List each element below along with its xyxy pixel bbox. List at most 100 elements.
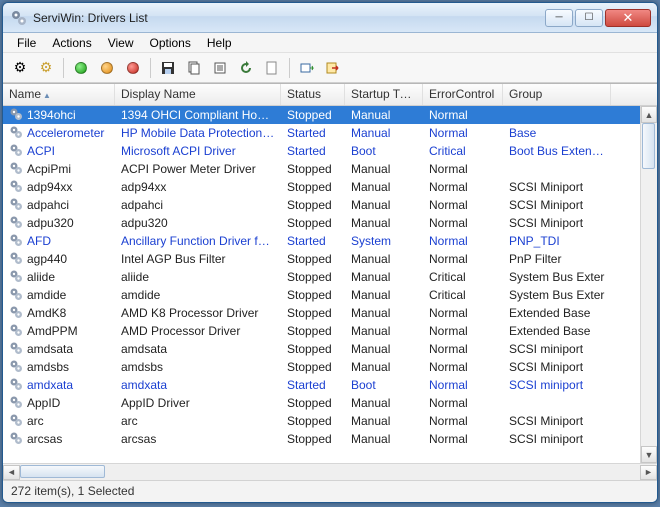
cell-status: Stopped bbox=[281, 215, 345, 231]
cell-startup: Manual bbox=[345, 305, 423, 321]
cell-startup: Manual bbox=[345, 179, 423, 195]
cell-group: SCSI Miniport bbox=[503, 215, 611, 231]
scroll-right-icon[interactable]: ► bbox=[640, 465, 657, 480]
exit-icon[interactable] bbox=[322, 57, 344, 79]
close-button[interactable]: ✕ bbox=[605, 9, 651, 27]
pause-icon[interactable] bbox=[96, 57, 118, 79]
cell-group: Extended Base bbox=[503, 305, 611, 321]
cell-display: Microsoft ACPI Driver bbox=[115, 143, 281, 159]
cell-error: Normal bbox=[423, 341, 503, 357]
gear-icon bbox=[9, 377, 23, 394]
cell-startup: Boot bbox=[345, 377, 423, 393]
cell-status: Stopped bbox=[281, 161, 345, 177]
table-row[interactable]: AccelerometerHP Mobile Data Protection S… bbox=[3, 124, 657, 142]
gear-icon bbox=[9, 215, 23, 232]
table-row[interactable]: amdsataamdsataStoppedManualNormalSCSI mi… bbox=[3, 340, 657, 358]
table-row[interactable]: adpu320adpu320StoppedManualNormalSCSI Mi… bbox=[3, 214, 657, 232]
table-row[interactable]: 1394ohci1394 OHCI Compliant Host C...Sto… bbox=[3, 106, 657, 124]
cell-error: Normal bbox=[423, 251, 503, 267]
app-window: ServiWin: Drivers List ─ ☐ ✕ File Action… bbox=[2, 2, 658, 503]
maximize-button[interactable]: ☐ bbox=[575, 9, 603, 27]
table-row[interactable]: AmdPPMAMD Processor DriverStoppedManualN… bbox=[3, 322, 657, 340]
horizontal-scrollbar[interactable]: ◄ ► bbox=[3, 463, 657, 480]
table-row[interactable]: arcarcStoppedManualNormalSCSI Miniport bbox=[3, 412, 657, 430]
menu-help[interactable]: Help bbox=[199, 34, 240, 52]
cell-status: Stopped bbox=[281, 251, 345, 267]
cell-group: SCSI Miniport bbox=[503, 413, 611, 429]
cell-display: amdide bbox=[115, 287, 281, 303]
menu-file[interactable]: File bbox=[9, 34, 44, 52]
table-row[interactable]: agp440Intel AGP Bus FilterStoppedManualN… bbox=[3, 250, 657, 268]
cell-name: agp440 bbox=[27, 252, 67, 266]
col-name[interactable]: Name▲ bbox=[3, 84, 115, 105]
menu-view[interactable]: View bbox=[100, 34, 142, 52]
start-icon[interactable] bbox=[70, 57, 92, 79]
properties-icon[interactable] bbox=[209, 57, 231, 79]
table-row[interactable]: amdideamdideStoppedManualCriticalSystem … bbox=[3, 286, 657, 304]
cell-group: PnP Filter bbox=[503, 251, 611, 267]
cell-status: Stopped bbox=[281, 413, 345, 429]
col-status[interactable]: Status bbox=[281, 84, 345, 105]
refresh-icon[interactable] bbox=[235, 57, 257, 79]
cell-group: SCSI Miniport bbox=[503, 179, 611, 195]
cell-status: Stopped bbox=[281, 287, 345, 303]
cell-name: arc bbox=[27, 414, 44, 428]
col-group[interactable]: Group bbox=[503, 84, 611, 105]
col-error[interactable]: ErrorControl bbox=[423, 84, 503, 105]
titlebar[interactable]: ServiWin: Drivers List ─ ☐ ✕ bbox=[3, 3, 657, 33]
new-icon[interactable] bbox=[261, 57, 283, 79]
table-row[interactable]: AFDAncillary Function Driver for ...Star… bbox=[3, 232, 657, 250]
cell-startup: Manual bbox=[345, 323, 423, 339]
scroll-track[interactable] bbox=[20, 465, 640, 480]
services-view-icon[interactable]: ⚙ bbox=[9, 57, 31, 79]
cell-name: adpahci bbox=[27, 198, 69, 212]
gear-icon bbox=[9, 359, 23, 376]
save-icon[interactable] bbox=[157, 57, 179, 79]
cell-name: adp94xx bbox=[27, 180, 72, 194]
table-row[interactable]: AmdK8AMD K8 Processor DriverStoppedManua… bbox=[3, 304, 657, 322]
table-row[interactable]: amdsbsamdsbsStoppedManualNormalSCSI Mini… bbox=[3, 358, 657, 376]
col-display[interactable]: Display Name bbox=[115, 84, 281, 105]
table-row[interactable]: amdxataamdxataStartedBootNormalSCSI mini… bbox=[3, 376, 657, 394]
table-row[interactable]: AcpiPmiACPI Power Meter DriverStoppedMan… bbox=[3, 160, 657, 178]
vertical-scrollbar[interactable]: ▲ ▼ bbox=[640, 106, 657, 463]
find-icon[interactable] bbox=[296, 57, 318, 79]
toolbar: ⚙ ⚙ bbox=[3, 53, 657, 83]
cell-display: amdsata bbox=[115, 341, 281, 357]
cell-display: amdsbs bbox=[115, 359, 281, 375]
scroll-thumb[interactable] bbox=[20, 465, 105, 478]
scroll-up-icon[interactable]: ▲ bbox=[641, 106, 657, 123]
menu-actions[interactable]: Actions bbox=[44, 34, 99, 52]
copy-icon[interactable] bbox=[183, 57, 205, 79]
cell-name: amdsata bbox=[27, 342, 73, 356]
table-row[interactable]: ACPIMicrosoft ACPI DriverStartedBootCrit… bbox=[3, 142, 657, 160]
cell-status: Started bbox=[281, 233, 345, 249]
cell-status: Stopped bbox=[281, 359, 345, 375]
minimize-button[interactable]: ─ bbox=[545, 9, 573, 27]
cell-error: Normal bbox=[423, 197, 503, 213]
gear-icon bbox=[9, 233, 23, 250]
col-startup[interactable]: Startup Type bbox=[345, 84, 423, 105]
table-row[interactable]: aliidealiideStoppedManualCriticalSystem … bbox=[3, 268, 657, 286]
drivers-view-icon[interactable]: ⚙ bbox=[35, 57, 57, 79]
table-row[interactable]: arcsasarcsasStoppedManualNormalSCSI mini… bbox=[3, 430, 657, 448]
scroll-thumb[interactable] bbox=[642, 123, 655, 169]
table-row[interactable]: adpahciadpahciStoppedManualNormalSCSI Mi… bbox=[3, 196, 657, 214]
cell-display: AMD K8 Processor Driver bbox=[115, 305, 281, 321]
cell-status: Stopped bbox=[281, 341, 345, 357]
cell-status: Started bbox=[281, 125, 345, 141]
table-row[interactable]: AppIDAppID DriverStoppedManualNormal bbox=[3, 394, 657, 412]
scroll-track[interactable] bbox=[641, 123, 657, 446]
gear-icon bbox=[9, 341, 23, 358]
gear-icon bbox=[9, 395, 23, 412]
cell-startup: Manual bbox=[345, 251, 423, 267]
stop-icon[interactable] bbox=[122, 57, 144, 79]
scroll-down-icon[interactable]: ▼ bbox=[641, 446, 657, 463]
scroll-left-icon[interactable]: ◄ bbox=[3, 465, 20, 480]
cell-startup: System bbox=[345, 233, 423, 249]
cell-startup: Manual bbox=[345, 107, 423, 123]
table-row[interactable]: adp94xxadp94xxStoppedManualNormalSCSI Mi… bbox=[3, 178, 657, 196]
menu-options[interactable]: Options bbox=[142, 34, 199, 52]
rows-container[interactable]: 1394ohci1394 OHCI Compliant Host C...Sto… bbox=[3, 106, 657, 463]
cell-group bbox=[503, 168, 611, 170]
